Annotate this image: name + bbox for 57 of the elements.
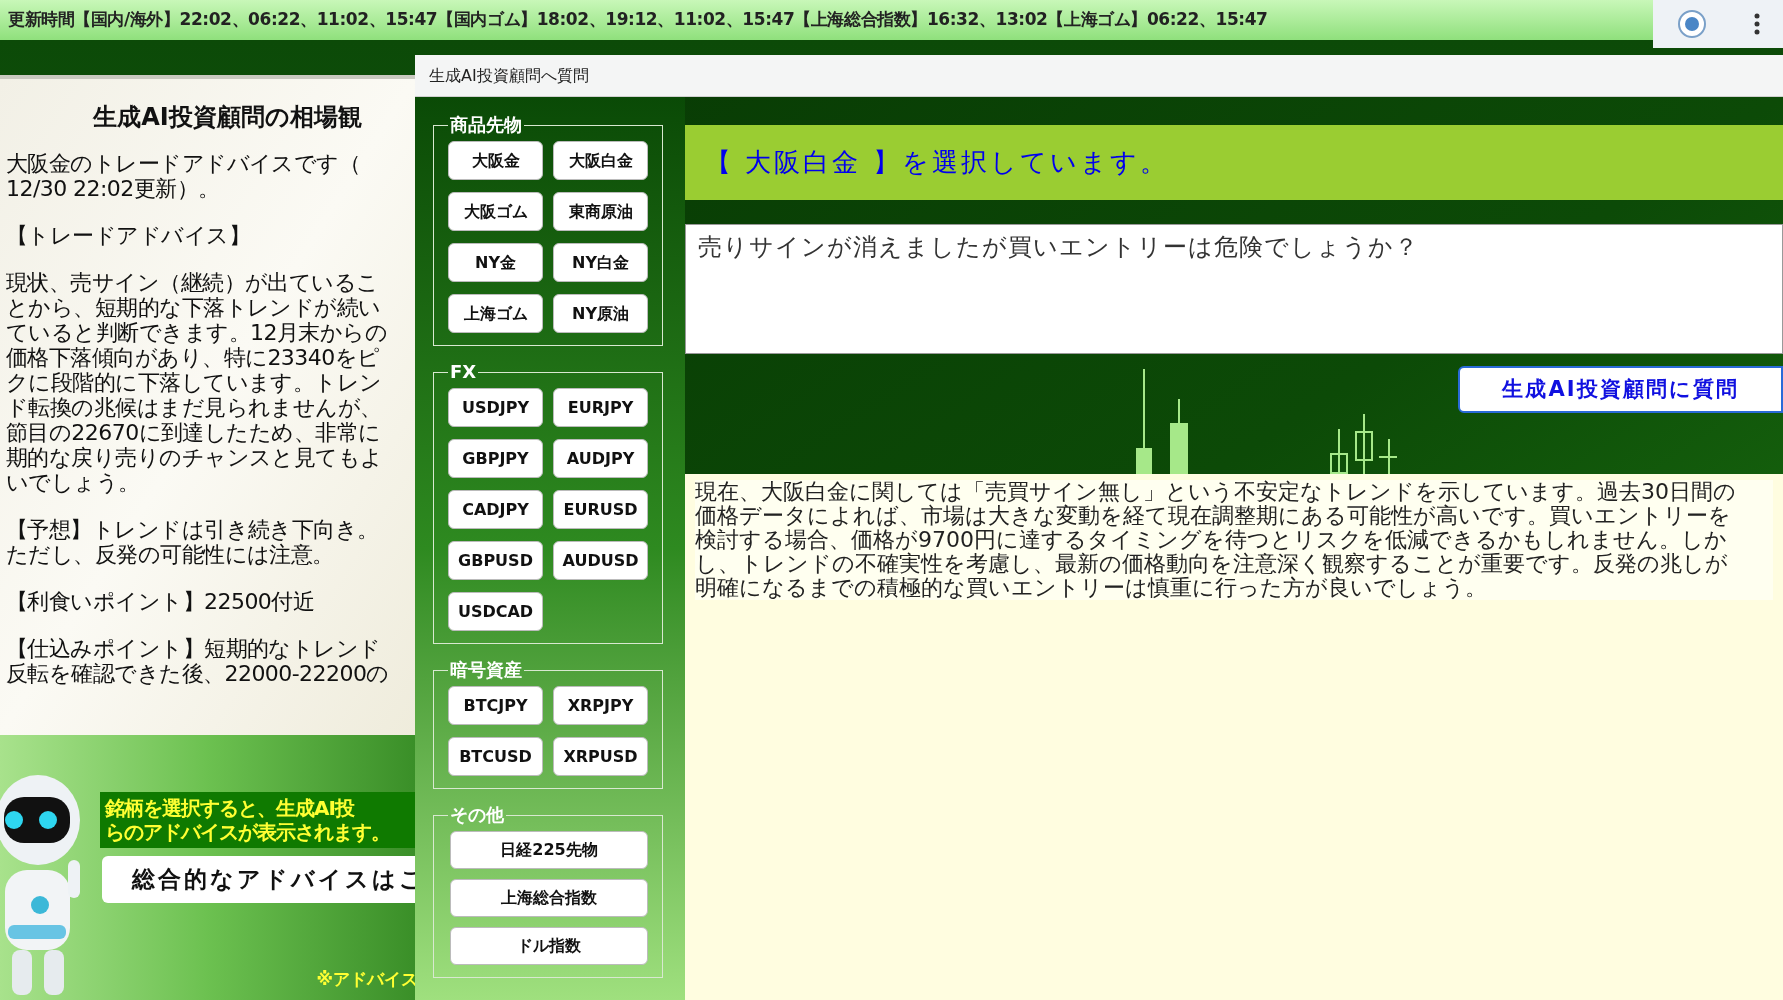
group-label: 商品先物 xyxy=(449,115,523,135)
question-field[interactable]: 売りサインが消えましたが買いエントリーは危険でしょうか？ xyxy=(685,224,1783,354)
advice-line: クに段階的に下落しています。トレン xyxy=(6,370,382,395)
instrument-button[interactable]: 上海ゴム xyxy=(448,294,543,333)
instrument-button[interactable]: BTCJPY xyxy=(448,686,543,725)
advice-line: 【仕込みポイント】短期的なトレンド xyxy=(6,636,381,661)
instrument-button[interactable]: 日経225先物 xyxy=(450,831,648,869)
panel-title: 生成AI投資顧問の相場観 xyxy=(91,102,363,133)
ticker-text: 更新時間【国内/海外】22:02、06:22、11:02、15:47【国内ゴム】18:02、19:12、11:02、15:47【上海総合指数】16:32、13:02【上海ゴム】06:22、15:47 xyxy=(7,8,1268,32)
advice-line: 12/30 22:02更新）。 xyxy=(6,176,220,201)
instrument-button[interactable]: NY金 xyxy=(448,243,543,282)
instrument-button[interactable]: XRPJPY xyxy=(553,686,648,725)
answer-text: 現在、大阪白金に関しては「売買サイン無し」という不安定なトレンドを示しています。過去30日間の価格データによれば、市場は大きな変動を経て現在調整期にある可能性が高いです。買いエントリーを検討する場合、価格が9700円に達するタイミングを待つとリスクを低減できるかもしれません。しかし、トレンドの不確実性を考慮し、最新の価格動向を注意深く観察することが重要です。反発の兆しが明確になるまでの積極的な買いエントリーは慎重に行った方が良いでしょう。 xyxy=(695,480,1773,600)
instrument-button[interactable]: NY原油 xyxy=(553,294,648,333)
advice-line: 節目の22670に到達したため、非常に xyxy=(6,420,381,445)
instrument-button[interactable]: EURUSD xyxy=(553,490,648,529)
instrument-button[interactable]: 大阪ゴム xyxy=(448,192,543,231)
footnote-text: ※アドバイス xyxy=(316,967,418,991)
advice-line: ていると判断できます。12月末からの xyxy=(6,320,388,345)
advice-line: 大阪金のトレードアドバイスです（ xyxy=(6,151,361,176)
group-label: FX xyxy=(449,362,478,382)
advice-line: とから、短期的な下落トレンドが続い xyxy=(6,295,381,320)
instrument-button[interactable]: USDCAD xyxy=(448,592,543,631)
instrument-button[interactable]: NY白金 xyxy=(553,243,648,282)
notice-line: らのアドバイスが表示されます。 xyxy=(105,820,390,844)
advice-line: ド転換の兆候はまだ見られませんが、 xyxy=(6,395,382,420)
group-label: 暗号資産 xyxy=(449,660,523,680)
instrument-button[interactable]: EURJPY xyxy=(553,388,648,427)
advice-line: いでしょう。 xyxy=(6,470,140,495)
instrument-button[interactable]: GBPJPY xyxy=(448,439,543,478)
notice-line: 銘柄を選択すると、生成AI投 xyxy=(105,796,354,820)
instrument-button[interactable]: ドル指数 xyxy=(450,927,648,965)
group-label: その他 xyxy=(449,805,505,825)
advice-line: 【利食いポイント】22500付近 xyxy=(6,589,315,614)
logo-icon[interactable] xyxy=(1676,9,1707,39)
advice-line: 【予想】トレンドは引き続き下向き。 xyxy=(6,517,379,542)
instrument-button[interactable]: AUDJPY xyxy=(553,439,648,478)
instrument-button[interactable]: 大阪金 xyxy=(448,141,543,180)
advice-line: 価格下落傾向があり、特に23340をピ xyxy=(6,345,380,370)
instrument-button[interactable]: 東商原油 xyxy=(553,192,648,231)
instrument-button[interactable]: XRPUSD xyxy=(553,737,648,776)
advice-line: 反転を確認できた後、22000-22200の xyxy=(6,661,389,686)
advice-line: 期的な戻り売りのチャンスと見てもよ xyxy=(6,445,383,470)
selection-text: 【 大阪白金 】を選択しています。 xyxy=(705,146,1169,179)
advice-line: 現状、売サイン（継続）が出ているこ xyxy=(6,270,379,295)
more-icon[interactable] xyxy=(1753,13,1760,35)
instrument-button[interactable]: 上海総合指数 xyxy=(450,879,648,917)
instrument-button[interactable]: BTCUSD xyxy=(448,737,543,776)
ask-button[interactable]: 生成AI投資顧問に質問 xyxy=(1458,366,1783,413)
advice-line: ただし、反発の可能性には注意。 xyxy=(6,542,334,567)
instrument-button[interactable]: GBPUSD xyxy=(448,541,543,580)
instrument-button[interactable]: USDJPY xyxy=(448,388,543,427)
instrument-button[interactable]: CADJPY xyxy=(448,490,543,529)
advice-line: 【トレードアドバイス】 xyxy=(6,223,250,248)
instrument-button[interactable]: 大阪白金 xyxy=(553,141,648,180)
instrument-button[interactable]: AUDUSD xyxy=(553,541,648,580)
window-title: 生成AI投資顧問へ質問 xyxy=(429,64,589,87)
